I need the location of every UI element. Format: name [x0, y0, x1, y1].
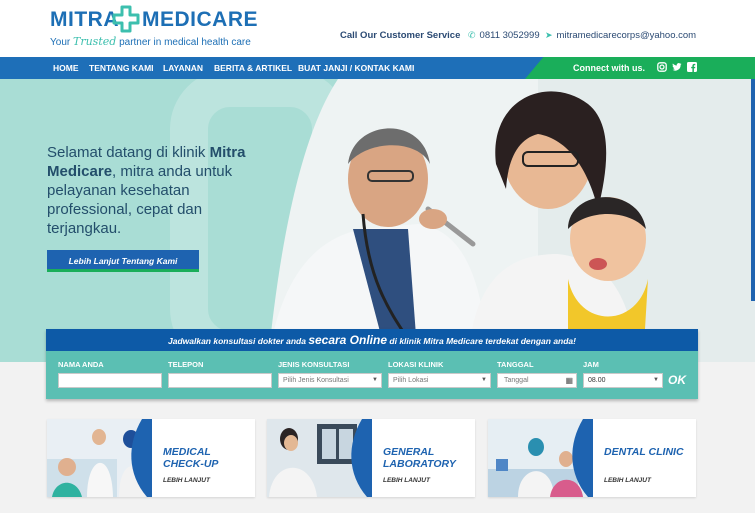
card-more-link[interactable]: LEBIH LANJUT	[383, 477, 430, 484]
consultation-type-select[interactable]: Pilih Jenis Konsultasi ▼	[278, 373, 382, 388]
logo-word-right: MEDICARE	[142, 8, 259, 31]
chevron-down-icon: ▼	[481, 377, 487, 383]
card-more-link[interactable]: LEBIH LANJUT	[163, 477, 210, 484]
service-card-dental-clinic[interactable]: DENTAL CLINIC LEBIH LANJUT	[488, 419, 696, 497]
phone-input[interactable]	[168, 373, 272, 388]
hero-doctor-patient-photo	[268, 79, 755, 362]
contact-phone[interactable]: ✆ 0811 3052999	[468, 30, 540, 41]
clinic-location-label: LOKASI KLINIK	[388, 360, 444, 369]
booking-heading: Jadwalkan konsultasi dokter anda secara …	[46, 329, 698, 351]
chevron-down-icon: ▼	[372, 377, 378, 383]
site-header: MITRA MEDICARE Your Trusted partner in m…	[0, 0, 755, 57]
brand-logo[interactable]: MITRA MEDICARE Your Trusted partner in m…	[50, 5, 258, 50]
phone-label: TELEPON	[168, 360, 204, 369]
name-label: NAMA ANDA	[58, 360, 104, 369]
page: MITRA MEDICARE Your Trusted partner in m…	[0, 0, 755, 513]
facebook-icon[interactable]	[687, 62, 697, 72]
logo-word-left: MITRA	[50, 8, 119, 31]
nav-item-tentang-kami[interactable]: TENTANG KAMI	[89, 63, 154, 73]
twitter-icon[interactable]	[672, 62, 682, 72]
chevron-down-icon: ▼	[653, 377, 659, 383]
phone-icon: ✆	[468, 30, 476, 40]
date-placeholder: Tanggal	[504, 377, 529, 384]
consultation-type-value: Pilih Jenis Konsultasi	[283, 377, 349, 384]
tagline-post: partner in medical health care	[119, 37, 251, 48]
medical-checkup-photo	[47, 419, 152, 497]
contact-email[interactable]: ➤ mitramedicarecorps@yahoo.com	[545, 30, 696, 41]
calendar-icon: ▦	[565, 376, 573, 385]
booking-form: Jadwalkan konsultasi dokter anda secara …	[46, 329, 698, 399]
card-title: GENERAL LABORATORY	[383, 446, 456, 470]
time-label: JAM	[583, 360, 599, 369]
general-laboratory-photo	[267, 419, 372, 497]
instagram-icon[interactable]	[657, 62, 667, 72]
nav-item-buat-janji[interactable]: BUAT JANJI / KONTAK KAMI	[298, 63, 414, 73]
booking-heading-emphasis: secara Online	[308, 333, 388, 347]
customer-service-label: Call Our Customer Service	[340, 30, 461, 41]
right-edge-accent	[751, 79, 755, 301]
service-card-general-laboratory[interactable]: GENERAL LABORATORY LEBIH LANJUT	[267, 419, 475, 497]
card-title: MEDICAL CHECK-UP	[163, 446, 219, 470]
nav-item-home[interactable]: HOME	[53, 63, 79, 73]
hero-banner: Selamat datang di klinik Mitra Medicare,…	[0, 79, 755, 362]
medical-cross-icon	[112, 5, 140, 33]
email-address: mitramedicarecorps@yahoo.com	[556, 30, 697, 41]
main-nav: HOME TENTANG KAMI LAYANAN BERITA & ARTIK…	[0, 57, 755, 79]
clinic-location-select[interactable]: Pilih Lokasi ▼	[388, 373, 491, 388]
paper-plane-icon: ➤	[545, 30, 553, 40]
time-select[interactable]: 08.00 ▼	[583, 373, 663, 388]
consultation-type-label: JENIS KONSULTASI	[278, 360, 350, 369]
welcome-pre: Selamat datang di klinik	[47, 144, 206, 161]
card-title: DENTAL CLINIC	[604, 446, 684, 458]
welcome-text: Selamat datang di klinik Mitra Medicare,…	[47, 143, 267, 238]
connect-label: Connect with us.	[573, 63, 645, 73]
date-input[interactable]: Tanggal ▦	[497, 373, 577, 388]
booking-heading-post: di klinik Mitra Medicare terdekat dengan…	[389, 336, 576, 346]
nav-item-layanan[interactable]: LAYANAN	[163, 63, 203, 73]
service-card-medical-checkup[interactable]: MEDICAL CHECK-UP LEBIH LANJUT	[47, 419, 255, 497]
about-us-button[interactable]: Lebih Lanjut Tentang Kami	[47, 250, 199, 272]
card-more-link[interactable]: LEBIH LANJUT	[604, 477, 651, 484]
nav-item-berita-artikel[interactable]: BERITA & ARTIKEL	[214, 63, 292, 73]
tagline-trusted: Trusted	[73, 35, 117, 48]
name-input[interactable]	[58, 373, 162, 388]
clinic-location-value: Pilih Lokasi	[393, 377, 429, 384]
phone-number: 0811 3052999	[479, 30, 540, 41]
time-value: 08.00	[588, 377, 606, 384]
brand-tagline: Your Trusted partner in medical health c…	[50, 35, 251, 48]
tagline-pre: Your	[50, 37, 71, 48]
booking-heading-pre: Jadwalkan konsultasi dokter anda	[168, 336, 306, 346]
dental-clinic-photo	[488, 419, 593, 497]
date-label: TANGGAL	[497, 360, 534, 369]
booking-submit-button[interactable]: OK	[668, 373, 686, 387]
